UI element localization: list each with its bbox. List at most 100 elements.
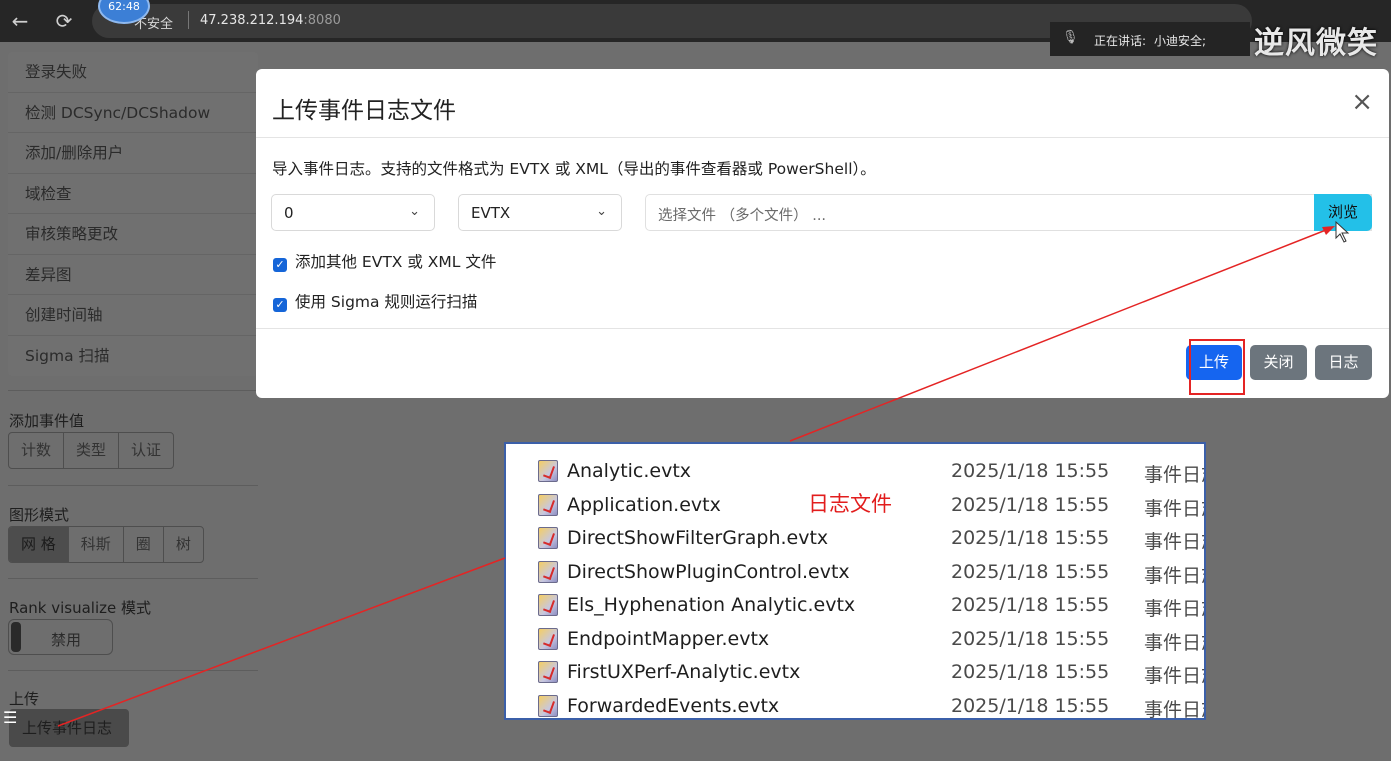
close-icon[interactable]: × bbox=[1351, 89, 1373, 115]
sidebar-divider bbox=[8, 390, 258, 391]
grid-mode-button[interactable]: 网 格 bbox=[9, 527, 69, 562]
event-log-file-icon bbox=[538, 527, 558, 549]
event-log-file-icon bbox=[538, 493, 558, 516]
checkbox-checked-icon[interactable]: ✓ bbox=[273, 298, 287, 312]
sidebar-item-dcsync[interactable]: 检测 DCSync/DCShadow bbox=[8, 93, 258, 133]
file-type: 事件日志 bbox=[1144, 598, 1204, 620]
file-date: 2025/1/18 15:55 bbox=[951, 594, 1110, 616]
file-list-overlay: Analytic.evtx 2025/1/18 15:55 事件日志 Appli… bbox=[504, 442, 1206, 720]
sidebar-item-timeline[interactable]: 创建时间轴 bbox=[8, 295, 258, 336]
modal-description: 导入事件日志。支持的文件格式为 EVTX 或 XML（导出的事件查看器或 Pow… bbox=[272, 160, 876, 178]
modal-footer-divider bbox=[256, 328, 1389, 329]
count-button[interactable]: 计数 bbox=[9, 433, 65, 468]
file-row[interactable]: ForwardedEvents.evtx 2025/1/18 15:55 事件日… bbox=[506, 689, 1204, 720]
sidebar-item-audit-policy[interactable]: 审核策略更改 bbox=[8, 214, 258, 255]
file-type: 事件日志 bbox=[1144, 497, 1204, 520]
graph-mode-title: 图形模式 bbox=[9, 506, 70, 524]
speaking-label: 正在讲话: bbox=[1094, 34, 1147, 48]
speaking-indicator: 🎙 正在讲话: 小迪安全; bbox=[1050, 22, 1250, 56]
auth-button[interactable]: 认证 bbox=[119, 433, 173, 468]
sidebar-item-domain-check[interactable]: 域检查 bbox=[8, 174, 258, 214]
file-name: ForwardedEvents.evtx bbox=[567, 694, 780, 717]
type-button[interactable]: 类型 bbox=[64, 433, 120, 468]
cose-mode-button[interactable]: 科斯 bbox=[69, 527, 124, 562]
rank-visualize-toggle[interactable]: 禁用 bbox=[8, 619, 113, 655]
toggle-knob bbox=[11, 622, 21, 652]
file-row[interactable]: DirectShowPluginControl.evtx 2025/1/18 1… bbox=[506, 555, 1204, 589]
number-select[interactable]: 0 ⌄ bbox=[271, 194, 435, 231]
event-log-file-icon bbox=[538, 694, 558, 717]
number-select-value: 0 bbox=[284, 204, 294, 222]
address-divider bbox=[188, 11, 189, 29]
close-button[interactable]: 关闭 bbox=[1250, 345, 1307, 380]
format-select-value: EVTX bbox=[471, 204, 511, 222]
sidebar-divider bbox=[8, 485, 258, 486]
speaker-name: 小迪安全; bbox=[1154, 34, 1207, 48]
graph-mode-button-group: 网 格 科斯 圈 树 bbox=[8, 526, 204, 563]
annotation-highlight-box bbox=[1189, 339, 1245, 395]
file-type: 事件日志 bbox=[1144, 698, 1204, 720]
file-date: 2025/1/18 15:55 bbox=[951, 460, 1110, 482]
file-type: 事件日志 bbox=[1144, 531, 1204, 553]
event-log-file-icon bbox=[538, 594, 558, 616]
browse-button[interactable]: 浏览 bbox=[1314, 194, 1372, 231]
sidebar-item-login-failures[interactable]: 登录失败 bbox=[8, 52, 258, 93]
file-type: 事件日志 bbox=[1144, 631, 1204, 654]
add-event-title: 添加事件值 bbox=[9, 412, 85, 430]
sigma-scan-checkbox[interactable]: ✓ 使用 Sigma 规则运行扫描 bbox=[273, 290, 477, 312]
sidebar-item-diff-graph[interactable]: 差异图 bbox=[8, 255, 258, 295]
event-log-file-icon bbox=[538, 460, 558, 482]
checkbox-label: 使用 Sigma 规则运行扫描 bbox=[295, 293, 478, 311]
chevron-down-icon: ⌄ bbox=[596, 204, 607, 219]
back-arrow-icon[interactable]: ← bbox=[8, 9, 32, 33]
url-text: 47.238.212.194:8080 bbox=[200, 13, 341, 28]
sidebar-item-sigma-scan[interactable]: Sigma 扫描 bbox=[8, 336, 258, 377]
list-icon[interactable]: ☰ bbox=[3, 708, 17, 727]
event-log-file-icon bbox=[538, 560, 558, 583]
chevron-down-icon: ⌄ bbox=[409, 204, 420, 219]
toggle-label: 禁用 bbox=[51, 631, 82, 649]
file-type: 事件日志 bbox=[1144, 564, 1204, 587]
file-date: 2025/1/18 15:55 bbox=[951, 560, 1110, 583]
checkbox-checked-icon[interactable]: ✓ bbox=[273, 258, 287, 272]
add-event-button-group: 计数 类型 认证 bbox=[8, 432, 175, 469]
annotation-note: 日志文件 bbox=[808, 492, 892, 516]
file-name: DirectShowPluginControl.evtx bbox=[567, 560, 850, 583]
upload-modal: 上传事件日志文件 × 导入事件日志。支持的文件格式为 EVTX 或 XML（导出… bbox=[256, 69, 1389, 398]
sidebar: 登录失败 检测 DCSync/DCShadow 添加/删除用户 域检查 审核策略… bbox=[0, 42, 265, 761]
file-input[interactable]: 选择文件 （多个文件） ... bbox=[645, 194, 1372, 231]
sidebar-item-add-remove-user[interactable]: 添加/删除用户 bbox=[8, 133, 258, 174]
file-name: Els_Hyphenation Analytic.evtx bbox=[567, 594, 856, 616]
file-name: DirectShowFilterGraph.evtx bbox=[567, 527, 829, 549]
file-name: Application.evtx bbox=[567, 493, 721, 516]
file-row[interactable]: EndpointMapper.evtx 2025/1/18 15:55 事件日志 bbox=[506, 622, 1204, 656]
file-row[interactable]: FirstUXPerf-Analytic.evtx 2025/1/18 15:5… bbox=[506, 655, 1204, 689]
file-date: 2025/1/18 15:55 bbox=[951, 527, 1110, 549]
file-date: 2025/1/18 15:55 bbox=[951, 694, 1110, 717]
event-log-file-icon bbox=[538, 627, 558, 650]
file-name: FirstUXPerf-Analytic.evtx bbox=[567, 661, 801, 683]
modal-header-divider bbox=[256, 137, 1389, 138]
file-type: 事件日志 bbox=[1144, 665, 1204, 687]
format-select[interactable]: EVTX ⌄ bbox=[458, 194, 622, 231]
log-button[interactable]: 日志 bbox=[1315, 345, 1372, 380]
tree-mode-button[interactable]: 树 bbox=[164, 527, 203, 562]
file-row[interactable]: Els_Hyphenation Analytic.evtx 2025/1/18 … bbox=[506, 588, 1204, 622]
reload-icon[interactable]: ⟳ bbox=[52, 9, 76, 33]
file-row[interactable]: Analytic.evtx 2025/1/18 15:55 事件日志 bbox=[506, 454, 1204, 488]
checkbox-label: 添加其他 EVTX 或 XML 文件 bbox=[295, 253, 497, 271]
add-other-files-checkbox[interactable]: ✓ 添加其他 EVTX 或 XML 文件 bbox=[273, 250, 496, 272]
file-row[interactable]: DirectShowFilterGraph.evtx 2025/1/18 15:… bbox=[506, 521, 1204, 555]
file-name: Analytic.evtx bbox=[567, 460, 692, 482]
sidebar-menu: 登录失败 检测 DCSync/DCShadow 添加/删除用户 域检查 审核策略… bbox=[8, 52, 258, 376]
circle-mode-button[interactable]: 圈 bbox=[124, 527, 164, 562]
sidebar-divider bbox=[8, 578, 258, 579]
file-type: 事件日志 bbox=[1144, 464, 1204, 486]
file-date: 2025/1/18 15:55 bbox=[951, 493, 1110, 516]
rank-visualize-title: Rank visualize 模式 bbox=[9, 599, 152, 617]
upload-event-log-button[interactable]: 上传事件日志 bbox=[9, 709, 129, 747]
sidebar-divider bbox=[8, 670, 258, 671]
file-name: EndpointMapper.evtx bbox=[567, 627, 770, 650]
file-date: 2025/1/18 15:55 bbox=[951, 661, 1110, 683]
watermark: 逆风微笑 bbox=[1254, 26, 1378, 61]
